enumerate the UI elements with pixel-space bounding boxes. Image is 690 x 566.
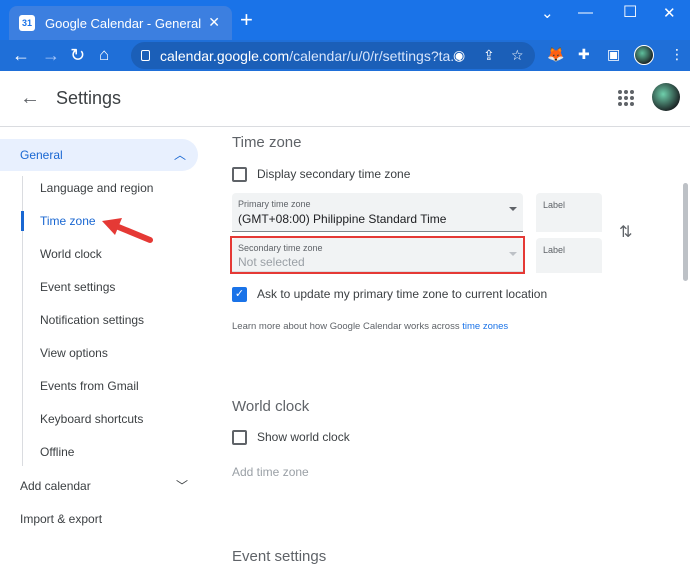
sidebar-item-language-and-region[interactable]: Language and region <box>40 181 153 195</box>
minimize-icon[interactable]: — <box>578 4 593 21</box>
world-clock-heading: World clock <box>232 398 310 415</box>
show-world-clock-checkbox[interactable] <box>232 430 247 445</box>
add-time-zone-button[interactable]: Add time zone <box>232 465 309 479</box>
chevron-up-icon[interactable]: ︿ <box>174 146 186 163</box>
back-icon[interactable]: ← <box>12 44 30 66</box>
address-bar[interactable]: calendar.google.com/calendar/u/0/r/setti… <box>131 42 535 69</box>
primary-label-placeholder: Label <box>543 200 566 210</box>
close-window-icon[interactable]: ✕ <box>663 4 676 22</box>
tab-strip: 31 Google Calendar - General setting ✕ +… <box>0 0 690 40</box>
time-zone-heading: Time zone <box>232 134 302 151</box>
apps-grid-icon[interactable] <box>618 90 634 106</box>
sidebar-item-keyboard-shortcuts[interactable]: Keyboard shortcuts <box>40 412 143 426</box>
primary-tz-label-input[interactable]: Label <box>536 193 602 232</box>
sidebar-item-import-export[interactable]: Import & export <box>20 512 102 526</box>
page-title: Settings <box>56 88 122 108</box>
sidebar-item-world-clock[interactable]: World clock <box>40 247 102 261</box>
sidebar-item-add-calendar[interactable]: Add calendar <box>20 479 91 493</box>
reload-icon[interactable]: ↻ <box>70 44 85 66</box>
sidebar-item-events-from-gmail[interactable]: Events from Gmail <box>40 379 139 393</box>
display-secondary-tz-checkbox[interactable] <box>232 167 247 182</box>
dropdown-arrow-icon <box>509 207 517 211</box>
back-arrow-icon[interactable]: ← <box>20 87 40 110</box>
url-host: calendar.google.com <box>160 47 290 64</box>
primary-time-zone-select[interactable]: Primary time zone (GMT+08:00) Philippine… <box>232 193 523 232</box>
secondary-tz-label-input[interactable]: Label <box>536 238 602 273</box>
app-header: ← Settings <box>0 71 690 127</box>
primary-tz-label: Primary time zone <box>238 199 311 209</box>
sidebar-item-notification-settings[interactable]: Notification settings <box>40 313 144 327</box>
chevron-down-icon[interactable]: ﹀ <box>176 477 188 494</box>
sidebar-general-label: General <box>20 148 63 162</box>
fox-extension-icon[interactable]: 🦊 <box>547 46 564 63</box>
time-zones-link[interactable]: time zones <box>462 321 508 332</box>
maximize-icon[interactable]: ☐ <box>623 2 637 22</box>
red-highlight-box <box>230 236 525 274</box>
new-tab-icon[interactable]: + <box>240 9 253 31</box>
share-icon[interactable]: ⇪ <box>483 47 495 64</box>
sidebar-item-view-options[interactable]: View options <box>40 346 108 360</box>
settings-content: Time zone Display secondary time zone Pr… <box>215 128 690 566</box>
url-text: calendar.google.com/calendar/u/0/r/setti… <box>160 48 462 64</box>
calendar-favicon-icon: 31 <box>19 15 35 31</box>
red-arrow-annotation <box>102 218 153 243</box>
home-icon[interactable]: ⌂ <box>99 44 109 66</box>
chevron-down-icon[interactable]: ⌄ <box>541 4 554 22</box>
forward-icon[interactable]: → <box>42 44 60 66</box>
swap-time-zones-icon[interactable]: ⇅ <box>619 222 632 242</box>
url-path: /calendar/u/0/r/settings?ta... <box>289 47 462 64</box>
tab-title: Google Calendar - General setting <box>45 15 205 31</box>
bookmark-star-icon[interactable]: ☆ <box>511 47 524 64</box>
browser-window: 31 Google Calendar - General setting ✕ +… <box>0 0 690 566</box>
profile-avatar[interactable] <box>634 45 654 65</box>
side-panel-icon[interactable]: ▣ <box>607 46 620 63</box>
eye-icon[interactable]: ◉ <box>453 47 465 64</box>
more-menu-icon[interactable]: ⋮ <box>670 46 684 63</box>
display-secondary-tz-label: Display secondary time zone <box>257 167 411 181</box>
active-indicator <box>21 211 24 231</box>
primary-tz-value: (GMT+08:00) Philippine Standard Time <box>238 212 447 226</box>
lock-icon <box>141 50 150 61</box>
account-avatar[interactable] <box>652 83 680 111</box>
scrollbar-thumb[interactable] <box>683 183 688 281</box>
ask-update-tz-label: Ask to update my primary time zone to cu… <box>257 287 548 301</box>
learn-more-text: Learn more about how Google Calendar wor… <box>232 321 508 332</box>
secondary-label-placeholder: Label <box>543 245 566 255</box>
ask-update-tz-checkbox[interactable]: ✓ <box>232 287 247 302</box>
browser-tab[interactable]: 31 Google Calendar - General setting ✕ <box>9 6 232 40</box>
puzzle-extensions-icon[interactable]: ✚ <box>578 46 590 63</box>
show-world-clock-label: Show world clock <box>257 430 350 444</box>
learn-more-prefix: Learn more about how Google Calendar wor… <box>232 321 463 332</box>
tab-close-icon[interactable]: ✕ <box>208 14 220 31</box>
sidebar-item-offline[interactable]: Offline <box>40 445 74 459</box>
event-settings-heading: Event settings <box>232 548 327 565</box>
sidebar-item-time-zone[interactable]: Time zone <box>40 214 96 228</box>
browser-toolbar: ← → ↻ ⌂ calendar.google.com/calendar/u/0… <box>0 40 690 71</box>
sidebar-item-general[interactable]: General ︿ <box>0 139 198 171</box>
sidebar-item-event-settings[interactable]: Event settings <box>40 280 115 294</box>
settings-sidebar: General ︿ Language and region Time zone … <box>0 128 215 566</box>
